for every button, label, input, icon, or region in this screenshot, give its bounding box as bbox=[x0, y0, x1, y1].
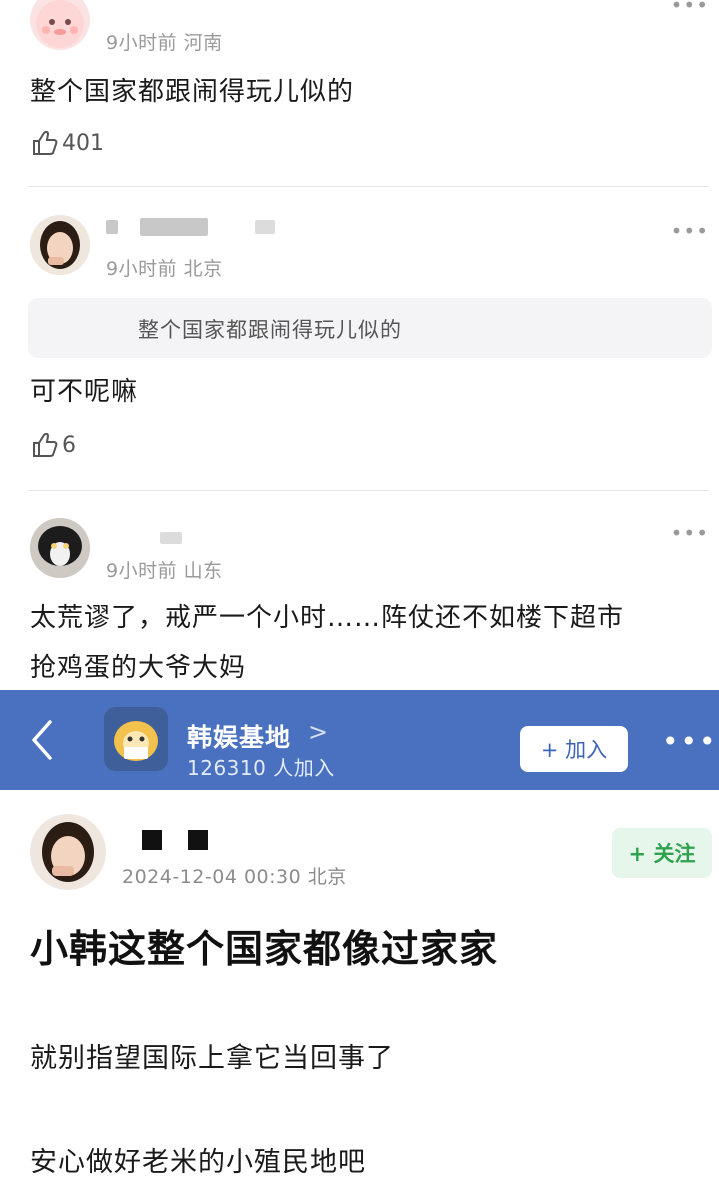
like-count: 6 bbox=[62, 432, 76, 458]
divider bbox=[28, 186, 709, 187]
like-count: 401 bbox=[62, 130, 104, 156]
more-icon[interactable]: ••• bbox=[662, 728, 718, 756]
group-header: 韩娱基地 > 126310 人加入 + 加入 ••• bbox=[0, 690, 719, 790]
divider bbox=[28, 490, 709, 491]
more-icon[interactable]: ••• bbox=[671, 221, 709, 241]
redacted-username bbox=[106, 220, 118, 234]
group-name[interactable]: 韩娱基地 bbox=[187, 718, 291, 754]
redacted-username bbox=[142, 830, 162, 850]
join-button[interactable]: + 加入 bbox=[520, 726, 628, 772]
quote-text: 整个国家都跟闹得玩儿似的 bbox=[138, 318, 402, 342]
back-icon[interactable] bbox=[28, 718, 58, 762]
avatar[interactable] bbox=[30, 814, 106, 890]
group-member-count: 126310 人加入 bbox=[187, 756, 335, 780]
comment-text: 抢鸡蛋的大爷大妈 bbox=[30, 653, 247, 683]
avatar[interactable] bbox=[30, 0, 90, 50]
thumbs-up-icon bbox=[33, 432, 58, 457]
post-body-line: 就别指望国际上拿它当回事了 bbox=[30, 1043, 394, 1074]
more-icon[interactable]: ••• bbox=[671, 523, 709, 543]
avatar[interactable] bbox=[30, 518, 90, 578]
redacted-username bbox=[140, 218, 208, 236]
post-meta: 2024-12-04 00:30 北京 bbox=[122, 866, 347, 888]
comment-meta: 9小时前 山东 bbox=[106, 560, 223, 582]
like-button[interactable]: 401 bbox=[30, 128, 104, 158]
avatar[interactable] bbox=[30, 215, 90, 275]
comment-text: 整个国家都跟闹得玩儿似的 bbox=[30, 77, 355, 107]
chevron-right-icon[interactable]: > bbox=[308, 718, 328, 746]
like-button[interactable]: 6 bbox=[30, 430, 76, 460]
post-body-line: 安心做好老米的小殖民地吧 bbox=[30, 1147, 366, 1178]
quoted-comment[interactable]: 整个国家都跟闹得玩儿似的 bbox=[28, 298, 712, 358]
redacted-username bbox=[188, 830, 208, 850]
redacted-username bbox=[255, 220, 275, 234]
group-avatar[interactable] bbox=[104, 707, 168, 771]
comment-text: 太荒谬了，戒严一个小时……阵仗还不如楼下超市 bbox=[30, 603, 625, 633]
comment-meta: 9小时前 河南 bbox=[106, 32, 223, 54]
comment-meta: 9小时前 北京 bbox=[106, 258, 223, 280]
redacted-username bbox=[160, 532, 182, 544]
follow-button[interactable]: + 关注 bbox=[612, 828, 712, 878]
thumbs-up-icon bbox=[33, 130, 58, 155]
more-icon[interactable]: ••• bbox=[671, 0, 709, 15]
post-title: 小韩这整个国家都像过家家 bbox=[30, 927, 499, 971]
comment-text: 可不呢嘛 bbox=[30, 377, 139, 407]
